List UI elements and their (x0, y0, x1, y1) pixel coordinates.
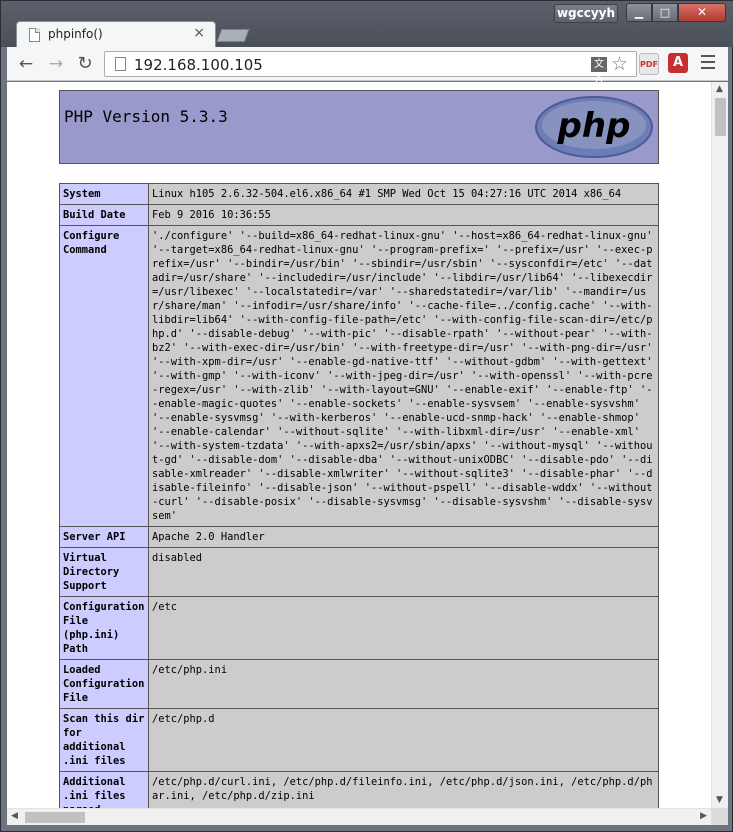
browser-toolbar: ← → ↻ 192.168.100.105 文A ☆ PDF A (7, 47, 728, 85)
row-key: Additional .ini files parsed (59, 771, 149, 808)
row-value: Apache 2.0 Handler (148, 526, 659, 548)
title-bar: phpinfo() × wgccyyh ▁ □ ✕ (1, 1, 733, 48)
page-title: PHP Version 5.3.3 (64, 107, 228, 126)
page-viewport: PHP Version 5.3.3 php System Linux h105 2… (7, 82, 728, 808)
scroll-down-icon[interactable]: ▼ (716, 795, 723, 805)
info-table: System Linux h105 2.6.32-504.el6.x86_64 #… (59, 183, 659, 808)
vertical-scroll-thumb[interactable] (715, 98, 726, 136)
row-value: './configure' '--build=x86_64-redhat-lin… (148, 225, 659, 527)
back-arrow-icon[interactable]: ← (15, 53, 37, 75)
table-row: System Linux h105 2.6.32-504.el6.x86_64 #… (59, 183, 659, 205)
scroll-right-icon[interactable]: ▶ (700, 811, 707, 821)
table-row: Virtual Directory Support disabled (59, 547, 659, 597)
profile-badge[interactable]: wgccyyh (554, 4, 618, 23)
forward-arrow-icon[interactable]: → (45, 53, 67, 75)
table-row: Build Date Feb 9 2016 10:36:55 (59, 204, 659, 226)
row-value: Feb 9 2016 10:36:55 (148, 204, 659, 226)
row-value: disabled (148, 547, 659, 597)
row-value: /etc/php.d/curl.ini, /etc/php.d/fileinfo… (148, 771, 659, 808)
row-key: System (59, 183, 149, 205)
translate-icon[interactable]: 文A (591, 57, 607, 85)
minimize-button[interactable]: ▁ (626, 3, 652, 22)
scroll-left-icon[interactable]: ◀ (11, 811, 18, 821)
row-key: Virtual Directory Support (59, 547, 149, 597)
reload-icon[interactable]: ↻ (74, 53, 96, 75)
table-row: Scan this dir for additional .ini files /… (59, 708, 659, 772)
row-value: Linux h105 2.6.32-504.el6.x86_64 #1 SMP … (148, 183, 659, 205)
table-row: Additional .ini files parsed/etc/php.d/c… (59, 771, 659, 808)
row-value: /etc/php.d (148, 708, 659, 772)
row-key: Loaded Configuration File (59, 659, 149, 709)
row-key: Configuration File (php.ini) Path (59, 596, 149, 660)
tab-phpinfo[interactable]: phpinfo() × (16, 21, 216, 48)
row-key: Configure Command (59, 225, 149, 527)
row-value: /etc (148, 596, 659, 660)
row-key: Server API (59, 526, 149, 548)
vertical-scrollbar[interactable]: ▲ ▼ (711, 82, 728, 808)
scrollbar-corner (711, 808, 728, 825)
horizontal-scrollbar[interactable]: ◀ ▶ (7, 808, 711, 825)
new-tab-button[interactable] (216, 29, 250, 42)
page-icon (29, 28, 40, 42)
scroll-up-icon[interactable]: ▲ (716, 84, 723, 94)
table-row: Configuration File (php.ini) Path/etc (59, 596, 659, 660)
browser-window: phpinfo() × wgccyyh ▁ □ ✕ ← → ↻ 192.168.… (0, 0, 733, 832)
phpinfo-header: PHP Version 5.3.3 php (59, 90, 659, 164)
pdf-extension-icon[interactable]: PDF (639, 53, 659, 75)
url-text[interactable]: 192.168.100.105 (134, 56, 263, 74)
address-bar[interactable]: 192.168.100.105 文A ☆ (104, 51, 637, 85)
table-row: Configure Command './configure' '--build=… (59, 225, 659, 527)
maximize-button[interactable]: □ (652, 3, 678, 22)
horizontal-scroll-thumb[interactable] (25, 812, 85, 823)
tab-close-icon[interactable]: × (193, 25, 205, 41)
row-key: Build Date (59, 204, 149, 226)
row-value: /etc/php.ini (148, 659, 659, 709)
php-logo-text: php (557, 106, 631, 146)
table-row: Loaded Configuration File/etc/php.ini (59, 659, 659, 709)
bookmark-star-icon[interactable]: ☆ (611, 53, 628, 75)
close-window-button[interactable]: ✕ (678, 3, 726, 22)
menu-icon[interactable] (701, 55, 715, 71)
row-key: Scan this dir for additional .ini files (59, 708, 149, 772)
adblock-extension-icon[interactable]: A (668, 53, 688, 73)
table-row: Server API Apache 2.0 Handler (59, 526, 659, 548)
tab-title: phpinfo() (48, 27, 103, 41)
document-icon (115, 57, 126, 71)
php-logo: php (535, 96, 653, 158)
